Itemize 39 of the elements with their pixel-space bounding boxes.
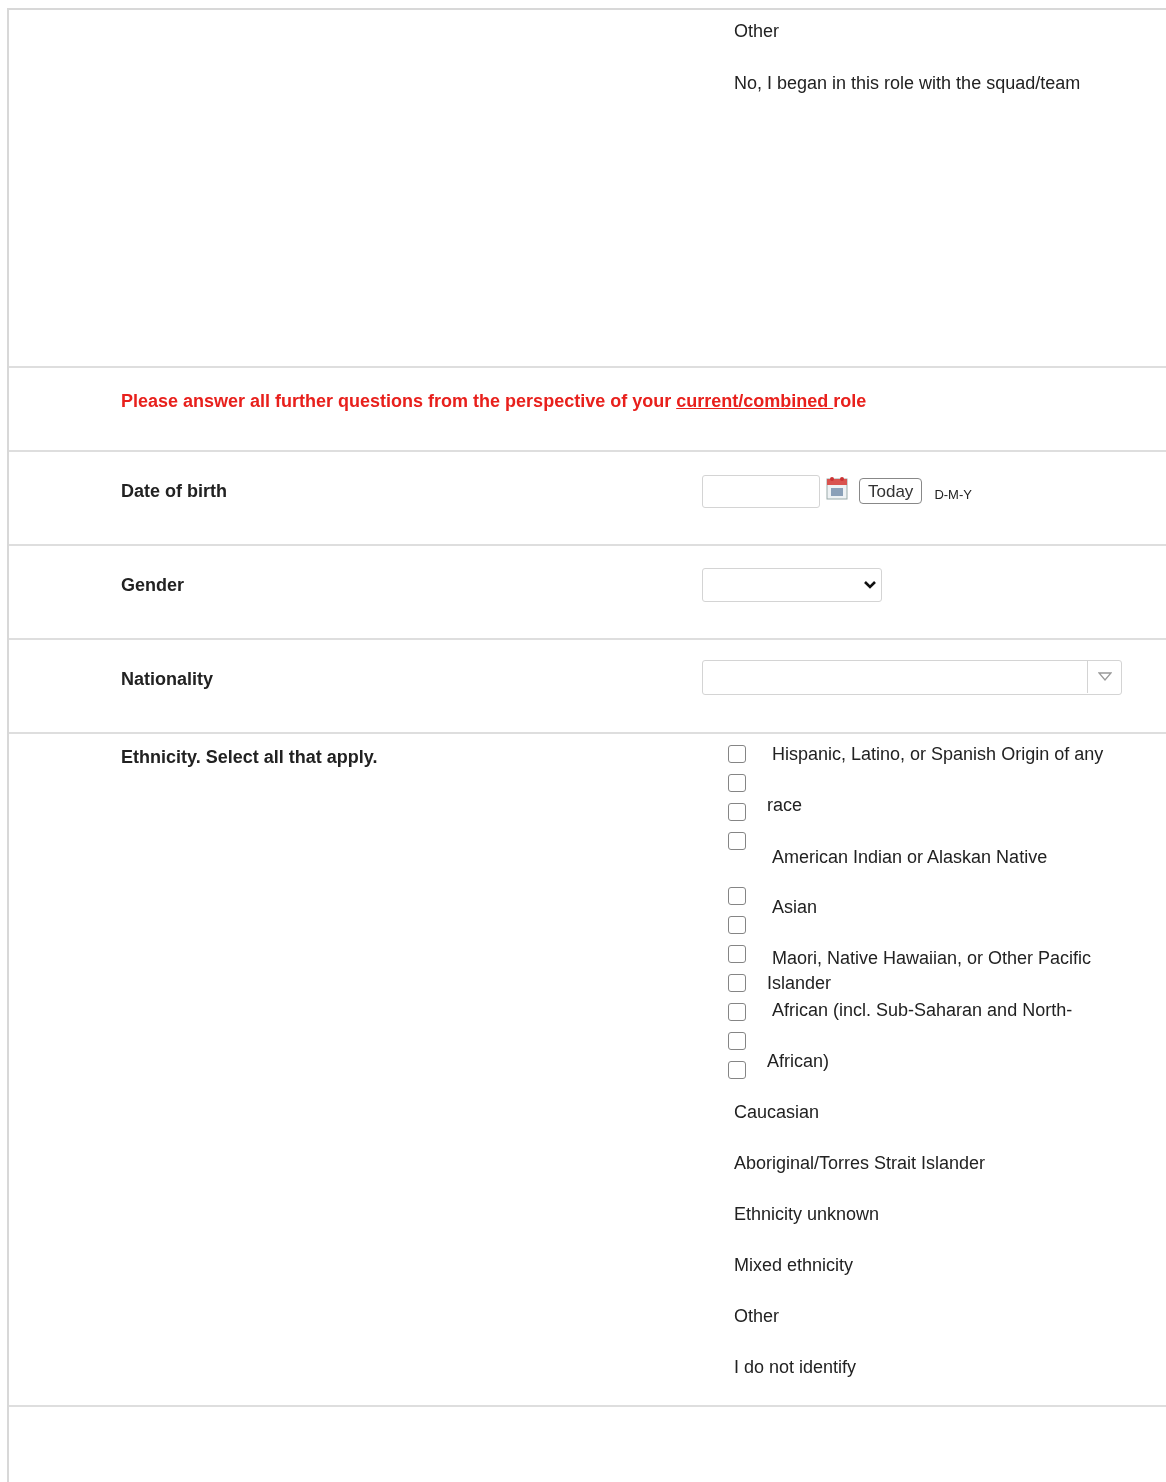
checkbox[interactable] [728,916,746,934]
checkbox[interactable] [728,832,746,850]
option-label: Ethnicity unknown [734,1203,881,1226]
date-input[interactable] [702,474,820,508]
option-label: Mixed ethnicity [734,1254,855,1277]
checkbox[interactable] [728,945,746,963]
option-label: Other [734,20,781,43]
option-label: Islander [767,972,833,995]
checkbox[interactable] [728,887,746,905]
triangle-down-icon [1097,672,1112,681]
option-label: Maori, Native Hawaiian, or Other Pacific [771,947,1093,970]
checkbox[interactable] [728,1003,746,1021]
field-label: Ethnicity. Select all that apply. [121,746,379,769]
checkbox[interactable] [728,1061,746,1079]
field-label: Date of birth [121,479,228,503]
option-label: Aboriginal/Torres Strait Islander [734,1152,987,1175]
calendar-icon[interactable] [826,476,848,500]
option-label: Other [734,1305,781,1328]
checkbox[interactable] [728,974,746,992]
date-format-hint: D-M-Y [934,486,972,502]
field-label: Gender [121,573,186,597]
option-label: I do not identify [734,1356,858,1379]
option-label: African (incl. Sub-Saharan and North- [771,999,1074,1022]
checkbox[interactable] [728,803,746,821]
checkbox[interactable] [728,774,746,792]
option-label: No, I began in this role with the squad/team [734,72,1082,95]
option-label: Asian [771,896,819,919]
option-label: race [767,794,803,817]
link[interactable]: current/combined [676,390,834,411]
instruction-text: Please answer all further questions from the perspective of your current/combined role [121,389,867,413]
field-label: Nationality [121,667,214,691]
option-label: American Indian or Alaskan Native [771,846,1049,869]
chevron-down-icon [864,581,876,589]
today-button[interactable]: Today [859,478,923,504]
checkbox[interactable] [728,1032,746,1050]
checkbox[interactable] [728,745,746,763]
option-label: African) [767,1050,830,1073]
option-label: Caucasian [734,1101,821,1124]
option-label: Hispanic, Latino, or Spanish Origin of any [771,743,1104,766]
